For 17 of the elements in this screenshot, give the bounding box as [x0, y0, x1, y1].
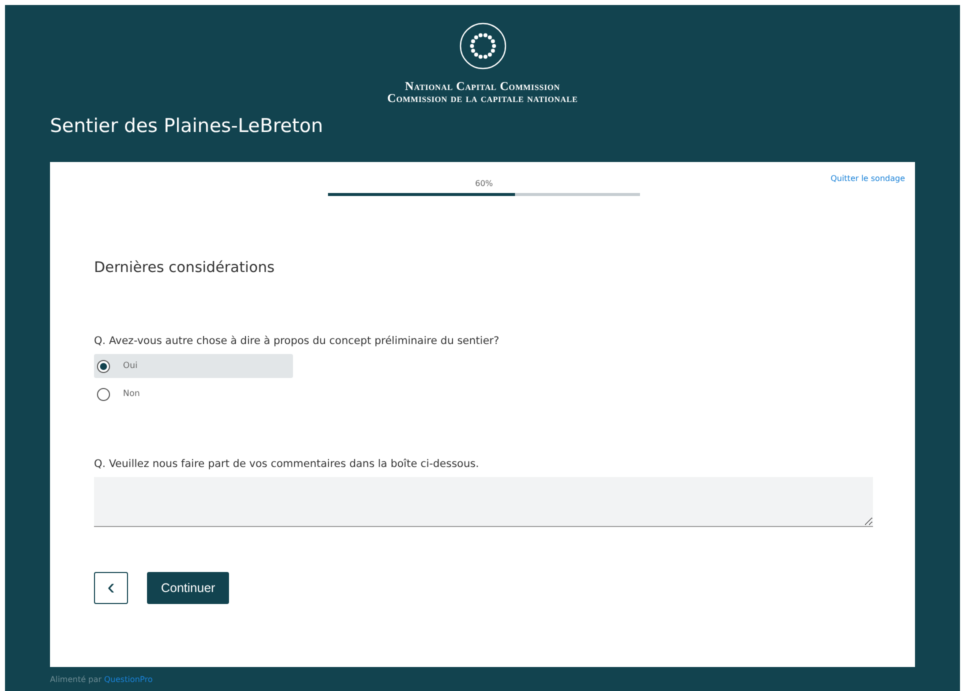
survey-title: Sentier des Plaines-LeBreton [50, 115, 324, 137]
logo-icon [458, 22, 506, 70]
question-text: Q. Avez-vous autre chose à dire à propos du concept préliminaire du sentier? [94, 335, 500, 347]
radio-icon [97, 388, 110, 400]
continue-button[interactable]: Continuer [147, 572, 230, 604]
radio-icon [97, 360, 110, 372]
radio-option[interactable]: Oui [94, 354, 293, 378]
question-text: Q. Veuillez nous faire part de vos commentaires dans la boîte ci-dessous. [94, 458, 480, 470]
footer-text: Alimenté par [50, 675, 102, 684]
comment-field[interactable] [94, 477, 873, 527]
organization-name: Commission de la capitale nationale [387, 92, 578, 104]
radio-option[interactable]: Non [94, 382, 293, 406]
organization-name: National Capital Commission [405, 80, 560, 92]
progress-label: 60% [475, 179, 493, 188]
section-title: Dernières considérations [94, 260, 276, 276]
exit-survey-link[interactable]: Quitter le sondage [830, 174, 905, 183]
back-button[interactable]: ‹ [94, 572, 128, 604]
